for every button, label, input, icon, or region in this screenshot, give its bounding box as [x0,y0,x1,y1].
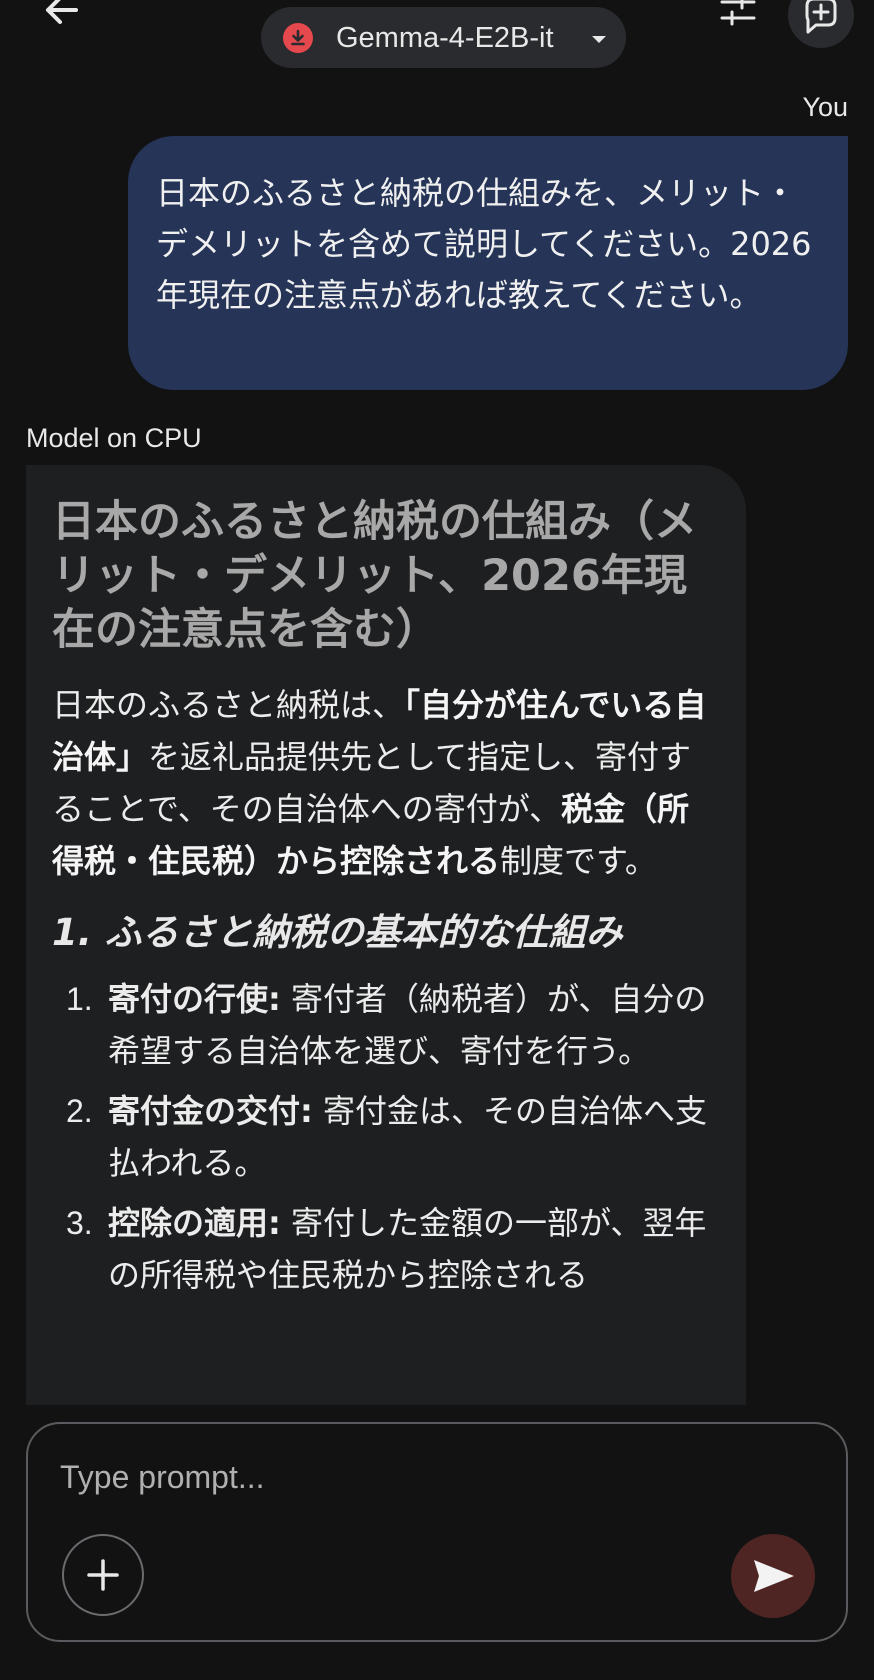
model-label: Model on CPU [26,423,202,453]
intro-text-3: 制度です。 [500,842,657,880]
list-number: 3. [66,1205,93,1241]
list-item-heading: 控除の適用: [108,1204,281,1242]
list-number: 1. [66,981,93,1017]
chat-screen: Gemma-4-E2B-it You 日本のふるさと納税の仕組みを、メリット・デ… [0,0,874,1680]
list-item-heading: 寄付金の交付: [108,1092,313,1130]
new-chat-icon [805,0,837,34]
intro-text-1: 日本のふるさと納税は、 [52,686,405,724]
list-item: 2. 寄付金の交付: 寄付金は、その自治体へ支払われる。 [52,1085,718,1189]
steps-list: 1. 寄付の行使: 寄付者（納税者）が、自分の希望する自治体を選び、寄付を行う。 … [52,973,718,1301]
model-response-bubble: 日本のふるさと納税の仕組み（メリット・デメリット、2026年現在の注意点を含む）… [26,465,746,1405]
list-item-heading: 寄付の行使: [108,980,281,1018]
model-selector[interactable]: Gemma-4-E2B-it [261,7,626,68]
list-number: 2. [66,1093,93,1129]
user-message-text: 日本のふるさと納税の仕組みを、メリット・デメリットを含めて説明してください。20… [156,174,812,314]
model-name: Gemma-4-E2B-it [336,22,554,54]
settings-button[interactable] [718,0,758,34]
back-button[interactable] [36,0,86,40]
prompt-input[interactable] [58,1454,762,1500]
list-item: 1. 寄付の行使: 寄付者（納税者）が、自分の希望する自治体を選び、寄付を行う。 [52,973,718,1077]
caret-down-icon [592,36,606,43]
download-icon [283,23,313,53]
new-chat-button[interactable] [788,0,854,48]
response-intro: 日本のふるさと納税は、「自分が住んでいる自治体」を返礼品提供先として指定し、寄付… [52,679,718,887]
section-heading: 1. ふるさと納税の基本的な仕組み [52,911,623,954]
add-attachment-button[interactable] [62,1534,144,1616]
response-title: 日本のふるさと納税の仕組み（メリット・デメリット、2026年現在の注意点を含む） [52,497,697,655]
user-message-bubble: 日本のふるさと納税の仕組みを、メリット・デメリットを含めて説明してください。20… [128,136,848,390]
plus-icon [87,1559,119,1591]
arrow-back-icon [46,0,78,24]
send-button[interactable] [731,1534,815,1618]
send-icon [754,1560,794,1592]
user-label: You [802,92,848,122]
list-item: 3. 控除の適用: 寄付した金額の一部が、翌年の所得税や住民税から控除される [52,1197,718,1301]
prompt-composer [26,1422,848,1642]
tune-icon [720,0,756,26]
